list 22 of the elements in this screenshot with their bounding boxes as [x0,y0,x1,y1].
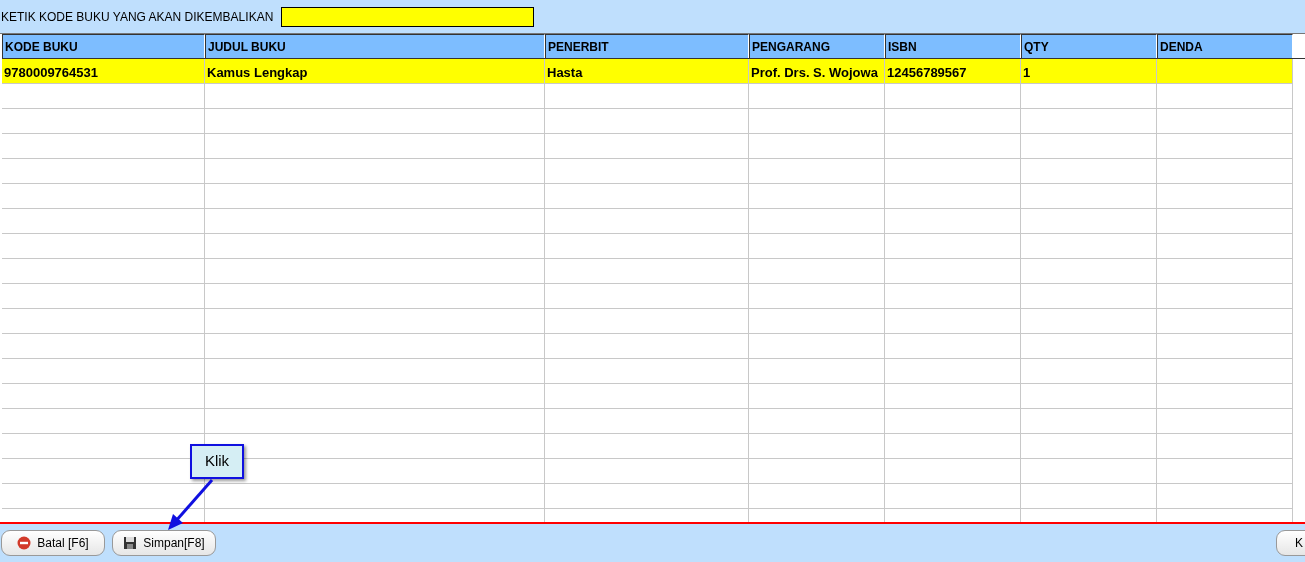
cancel-button[interactable]: Batal [F6] [1,530,105,556]
save-button[interactable]: Simpan[F8] [112,530,216,556]
column-header: JUDUL BUKU [205,34,545,58]
column-header: ISBN [885,34,1021,58]
column-header: PENGARANG [749,34,885,58]
table-cell: 9780009764531 [2,59,205,84]
column-header: QTY [1021,34,1157,58]
book-code-field[interactable] [281,6,535,27]
column-header: PENERBIT [545,34,749,58]
column-header: DENDA [1157,34,1293,58]
callout-label: Klik [190,444,244,479]
action-button[interactable]: K [1276,530,1305,556]
column-header: KODE BUKU [2,34,205,58]
table-cell: Hasta [545,59,749,84]
table-cell: 12456789567 [885,59,1021,84]
table-row[interactable]: 9780009764531 Kamus Lengkap Hasta Prof. Drs. S. Wojowa 12456789567 1 [2,59,1293,84]
arrow-icon [165,478,215,532]
table-cell: Kamus Lengkap [205,59,545,84]
table-cell: Prof. Drs. S. Wojowa [749,59,885,84]
table-cell: 1 [1021,59,1157,84]
stop-icon [17,536,32,550]
search-label: KETIK KODE BUKU YANG AKAN DIKEMBALIKAN [1,8,274,26]
